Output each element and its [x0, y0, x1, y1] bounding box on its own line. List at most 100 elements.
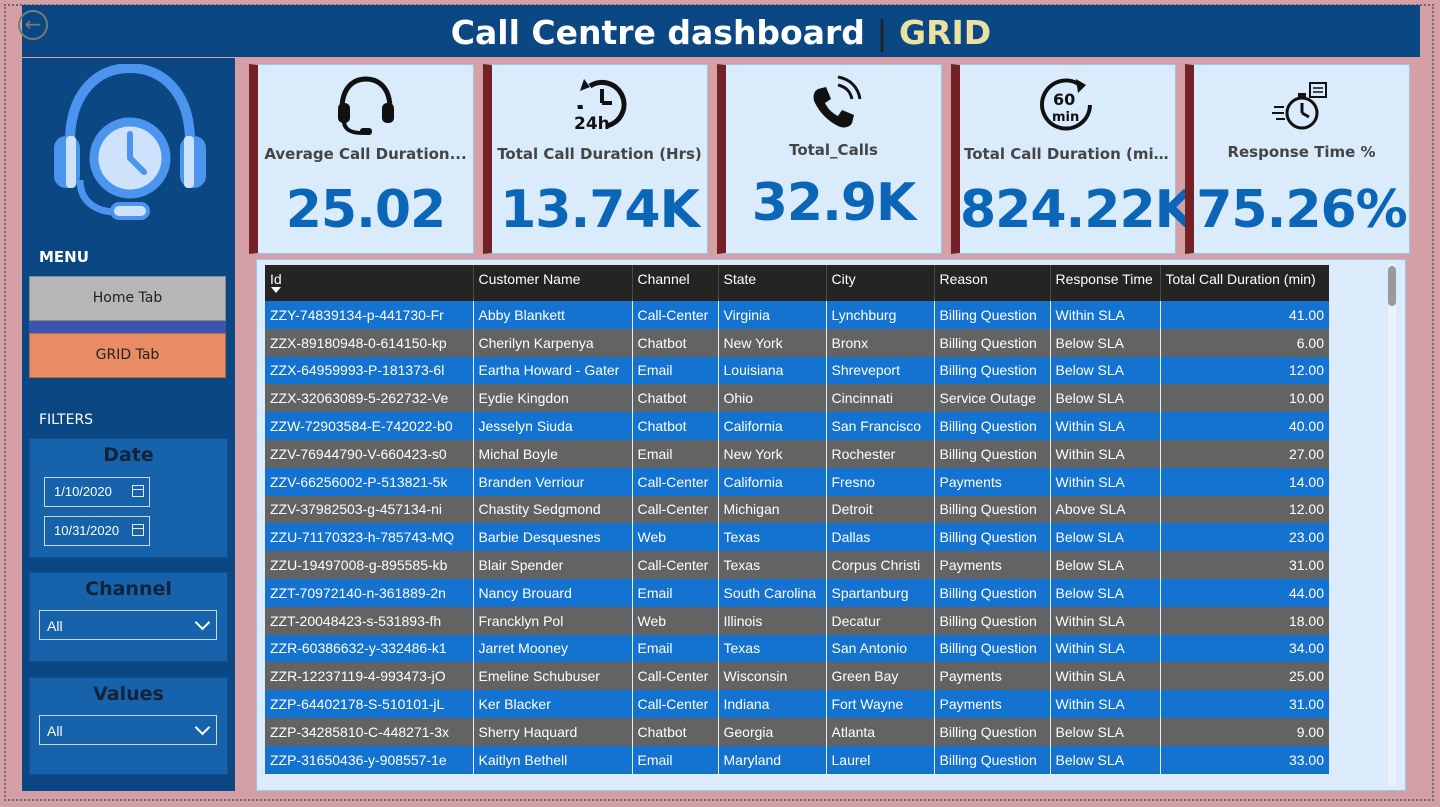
calendar-icon[interactable] [132, 524, 144, 536]
table-cell: Blair Spender [472, 551, 632, 579]
table-cell: Michigan [717, 495, 826, 524]
column-header-id[interactable]: Id [265, 265, 473, 301]
headset-clock-logo-icon [52, 62, 208, 229]
table-row[interactable]: ZZT-20048423-s-531893-fh Francklyn Pol Web… [265, 606, 1329, 635]
column-header-customer-name[interactable]: Customer Name [472, 265, 632, 301]
table-cell: Within SLA [1049, 439, 1160, 468]
channel-selected-value: All [47, 618, 63, 634]
kpi-value: 75.26% [1196, 180, 1408, 240]
table-cell: Spartanburg [825, 578, 934, 607]
kpi-card-total-call-duration-hrs: 24h Total Call Duration (Hrs) 13.74K [483, 64, 708, 254]
table-cell: Below SLA [1049, 551, 1160, 579]
column-header-state[interactable]: State [717, 265, 826, 301]
end-date-input[interactable]: 10/31/2020 [44, 516, 150, 546]
grid-tab-button[interactable]: GRID Tab [29, 333, 226, 378]
table-row[interactable]: ZZW-72903584-E-742022-b0 Jesselyn Siuda Ch… [265, 412, 1329, 440]
table-row[interactable]: ZZR-12237119-4-993473-jO Emeline Schubuse… [265, 662, 1329, 691]
table-cell: Billing Question [933, 328, 1050, 357]
start-date-input[interactable]: 1/10/2020 [44, 477, 150, 507]
table-cell: Green Bay [825, 662, 934, 691]
table-cell: Detroit [825, 495, 934, 524]
table-cell: 27.00 [1159, 439, 1329, 468]
table-cell: Corpus Christi [825, 551, 934, 579]
column-header-total-call-duration[interactable]: Total Call Duration (min) [1159, 265, 1329, 301]
table-cell: Fort Wayne [825, 690, 934, 718]
table-row[interactable]: ZZP-34285810-C-448271-3x Sherry Haquard Ch… [265, 717, 1329, 746]
column-header-reason[interactable]: Reason [933, 265, 1050, 301]
table-cell: Billing Question [933, 606, 1050, 635]
table-cell: Email [631, 745, 718, 774]
table-cell: Kaitlyn Bethell [472, 745, 632, 774]
table-row[interactable]: ZZY-74839134-p-441730-Fr Abby Blankett Cal… [265, 301, 1329, 329]
table-cell: Within SLA [1049, 606, 1160, 635]
table-cell: 18.00 [1159, 606, 1329, 635]
title-separator: | [876, 13, 888, 52]
page-subtitle: GRID [899, 13, 992, 52]
table-cell: Below SLA [1049, 356, 1160, 385]
chevron-down-icon[interactable] [194, 719, 211, 736]
table-row[interactable]: ZZX-32063089-5-262732-Ve Eydie Kingdon Cha… [265, 384, 1329, 413]
nav-divider [29, 321, 226, 333]
table-cell: Billing Question [933, 495, 1050, 524]
home-tab-button[interactable]: Home Tab [29, 276, 226, 321]
kpi-title: Response Time % [1227, 143, 1376, 161]
table-row[interactable]: ZZU-71170323-h-785743-MQ Barbie Desquesne… [265, 523, 1329, 552]
date-slicer: Date 1/10/2020 10/31/2020 [29, 438, 228, 558]
table-cell: ZZP-34285810-C-448271-3x [265, 717, 473, 746]
table-scrollbar[interactable] [1388, 264, 1396, 786]
table-row[interactable]: ZZT-70972140-n-361889-2n Nancy Brouard Ema… [265, 578, 1329, 607]
table-cell: New York [717, 439, 826, 468]
scrollbar-thumb[interactable] [1388, 266, 1396, 306]
table-row[interactable]: ZZU-19497008-g-895585-kb Blair Spender Cal… [265, 551, 1329, 579]
column-header-city[interactable]: City [825, 265, 934, 301]
timer-60min-icon: 60 min [960, 75, 1175, 135]
table-row[interactable]: ZZV-66256002-P-513821-5k Branden Verriour… [265, 467, 1329, 496]
back-arrow-button[interactable]: ← [18, 10, 48, 40]
table-cell: 9.00 [1159, 717, 1329, 746]
table-cell: Billing Question [933, 717, 1050, 746]
table-cell: Ohio [717, 384, 826, 413]
table-cell: Chastity Sedgmond [472, 495, 632, 524]
values-selected-value: All [47, 723, 63, 739]
headset-icon [258, 75, 473, 135]
table-cell: 44.00 [1159, 578, 1329, 607]
table-cell: Below SLA [1049, 578, 1160, 607]
column-header-channel[interactable]: Channel [631, 265, 718, 301]
calendar-icon[interactable] [132, 485, 144, 497]
table-cell: Indiana [717, 690, 826, 718]
table-row[interactable]: ZZX-89180948-0-614150-kp Cherilyn Karpeny… [265, 328, 1329, 357]
chevron-down-icon[interactable] [194, 614, 211, 631]
table-row[interactable]: ZZP-64402178-S-510101-jL Ker Blacker Call-… [265, 690, 1329, 718]
table-row[interactable]: ZZV-76944790-V-660423-s0 Michal Boyle Emai… [265, 439, 1329, 468]
table-cell: Texas [717, 523, 826, 552]
table-row[interactable]: ZZX-64959993-P-181373-6l Eartha Howard - … [265, 356, 1329, 385]
table-cell: Billing Question [933, 356, 1050, 385]
table-cell: Emeline Schubuser [472, 662, 632, 691]
table-cell: Billing Question [933, 634, 1050, 663]
table-cell: ZZR-12237119-4-993473-jO [265, 662, 473, 691]
column-header-response-time[interactable]: Response Time [1049, 265, 1160, 301]
sort-descending-icon[interactable] [271, 287, 281, 293]
table-cell: 12.00 [1159, 495, 1329, 524]
values-dropdown[interactable]: All [39, 715, 217, 745]
table-cell: Dallas [825, 523, 934, 552]
page-title: Call Centre dashboard [450, 13, 865, 52]
stopwatch-icon [1194, 75, 1409, 135]
table-row[interactable]: ZZP-31650436-y-908557-1e Kaitlyn Bethell E… [265, 745, 1329, 774]
table-cell: Eydie Kingdon [472, 384, 632, 413]
table-cell: 41.00 [1159, 301, 1329, 329]
table-cell: Below SLA [1049, 384, 1160, 413]
table-cell: Rochester [825, 439, 934, 468]
table-cell: Above SLA [1049, 495, 1160, 524]
table-cell: 25.00 [1159, 662, 1329, 691]
table-row[interactable]: ZZR-60386632-y-332486-k1 Jarret Mooney Ema… [265, 634, 1329, 663]
table-cell: Virginia [717, 301, 826, 329]
table-row[interactable]: ZZV-37982503-g-457134-ni Chastity Sedgmon… [265, 495, 1329, 524]
end-date-value: 10/31/2020 [54, 523, 120, 538]
phone-ringing-icon [726, 75, 941, 135]
table-cell: Wisconsin [717, 662, 826, 691]
table-cell: Texas [717, 634, 826, 663]
table-cell: Atlanta [825, 717, 934, 746]
table-cell: Within SLA [1049, 412, 1160, 440]
channel-dropdown[interactable]: All [39, 610, 217, 640]
